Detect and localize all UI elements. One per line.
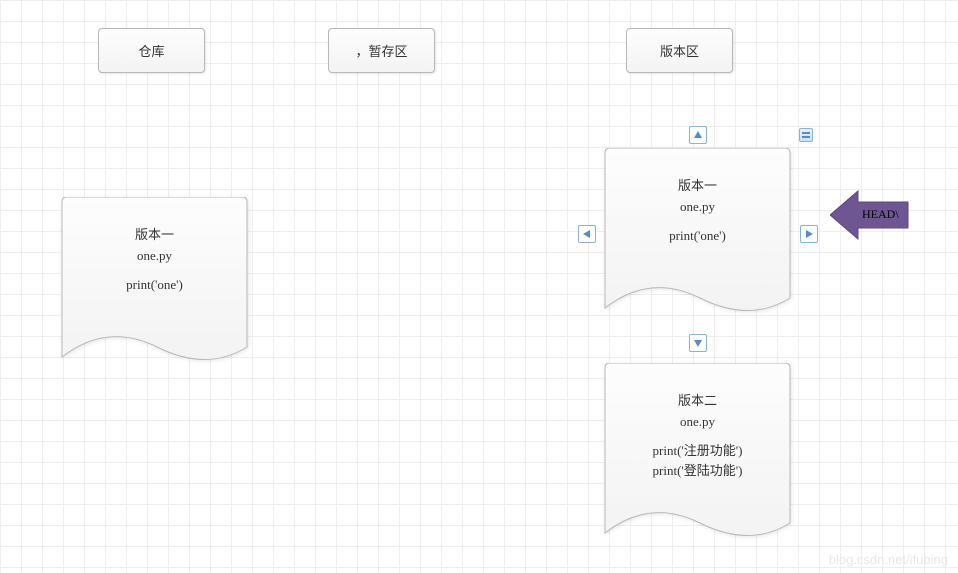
header-text: 仓库	[138, 41, 164, 60]
selection-handle-bottom[interactable]	[689, 334, 707, 352]
document-content: 版本二 one.py print('注册功能') print('登陆功能')	[600, 363, 795, 482]
triangle-left-icon	[582, 229, 592, 239]
triangle-down-icon	[693, 338, 703, 348]
doc-title: 版本一	[600, 176, 795, 197]
selection-handle-right[interactable]	[800, 225, 818, 243]
doc-code: print('one')	[600, 226, 795, 247]
document-version-v2: 版本二 one.py print('注册功能') print('登陆功能')	[600, 363, 795, 548]
doc-code: print('注册功能')	[600, 441, 795, 462]
selection-handle-left[interactable]	[578, 225, 596, 243]
header-text: ，暂存区	[355, 41, 407, 60]
header-box-repo: 仓库	[98, 28, 205, 73]
spacer	[57, 267, 252, 275]
equals-icon	[801, 130, 811, 140]
triangle-up-icon	[693, 130, 703, 140]
document-content: 版本一 one.py print('one')	[600, 148, 795, 246]
doc-file: one.py	[600, 197, 795, 218]
doc-title: 版本二	[600, 391, 795, 412]
doc-code: print('登陆功能')	[600, 461, 795, 482]
doc-file: one.py	[57, 246, 252, 267]
doc-code: print('one')	[57, 275, 252, 296]
triangle-right-icon	[804, 229, 814, 239]
doc-title: 版本一	[57, 225, 252, 246]
spacer	[600, 218, 795, 226]
header-text: 版本区	[660, 41, 699, 60]
head-arrow[interactable]: HEAD\	[830, 188, 910, 243]
spacer	[600, 433, 795, 441]
selection-handle-top[interactable]	[689, 126, 707, 144]
document-repo-v1: 版本一 one.py print('one')	[57, 197, 252, 372]
header-box-version: 版本区	[626, 28, 733, 73]
doc-file: one.py	[600, 412, 795, 433]
document-version-v1[interactable]: 版本一 one.py print('one')	[600, 148, 795, 323]
watermark: blog.csdn.net/ifubing	[829, 552, 948, 567]
head-arrow-label: HEAD\	[862, 207, 899, 222]
document-content: 版本一 one.py print('one')	[57, 197, 252, 295]
connect-handle[interactable]	[799, 128, 813, 142]
header-box-stage: ，暂存区	[328, 28, 435, 73]
